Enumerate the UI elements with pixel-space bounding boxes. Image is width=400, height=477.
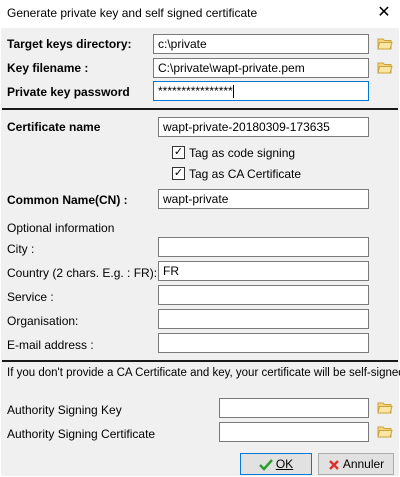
separator [2,360,398,362]
target-dir-label: Target keys directory: [7,37,132,51]
code-signing-checkbox[interactable]: ✓ [172,146,185,159]
key-filename-label: Key filename : [7,61,89,75]
email-input[interactable] [158,333,369,353]
target-dir-input[interactable]: c:\private [153,34,369,54]
organisation-label: Organisation: [7,314,79,328]
folder-open-icon[interactable] [377,425,393,439]
text-caret [232,85,234,99]
code-signing-label[interactable]: Tag as code signing [189,146,295,160]
folder-open-icon[interactable] [377,401,393,415]
ca-notice-text: If you don't provide a CA Certificate an… [7,367,400,379]
auth-key-input[interactable] [219,398,369,418]
ca-certificate-label[interactable]: Tag as CA Certificate [189,167,301,181]
country-input[interactable]: FR [158,261,369,281]
country-label: Country (2 chars. E.g. : FR): [7,266,158,280]
ok-button[interactable]: OK [240,453,312,475]
auth-cert-input[interactable] [219,422,369,442]
cert-name-label: Certificate name [7,120,101,134]
cancel-icon [328,459,339,470]
folder-open-icon[interactable] [377,61,393,75]
folder-open-icon[interactable] [377,37,393,51]
cancel-button[interactable]: Annuler [318,453,394,475]
checkmark-icon [258,458,273,471]
cert-name-input[interactable]: wapt-private-20180309-173635 [158,117,369,137]
city-label: City : [7,242,35,256]
service-label: Service : [7,290,54,304]
common-name-label: Common Name(CN) : [7,193,128,207]
organisation-input[interactable] [158,309,369,329]
separator [2,108,398,110]
auth-key-label: Authority Signing Key [7,403,122,417]
ca-certificate-checkbox[interactable]: ✓ [172,167,185,180]
service-input[interactable] [158,285,369,305]
password-label: Private key password [7,85,130,99]
close-button[interactable]: ✕ [374,3,394,23]
optional-info-heading: Optional information [7,221,115,235]
ok-label: OK [275,457,294,471]
cancel-label: Annuler [342,457,385,471]
window-title: Generate private key and self signed cer… [7,6,258,20]
email-label: E-mail address : [7,338,94,352]
city-input[interactable] [158,237,369,257]
key-filename-input[interactable]: C:\private\wapt-private.pem [153,58,369,78]
password-input[interactable]: **************** [153,81,369,101]
password-value: **************** [158,84,233,98]
common-name-input[interactable]: wapt-private [158,189,369,209]
auth-cert-label: Authority Signing Certificate [7,427,156,441]
